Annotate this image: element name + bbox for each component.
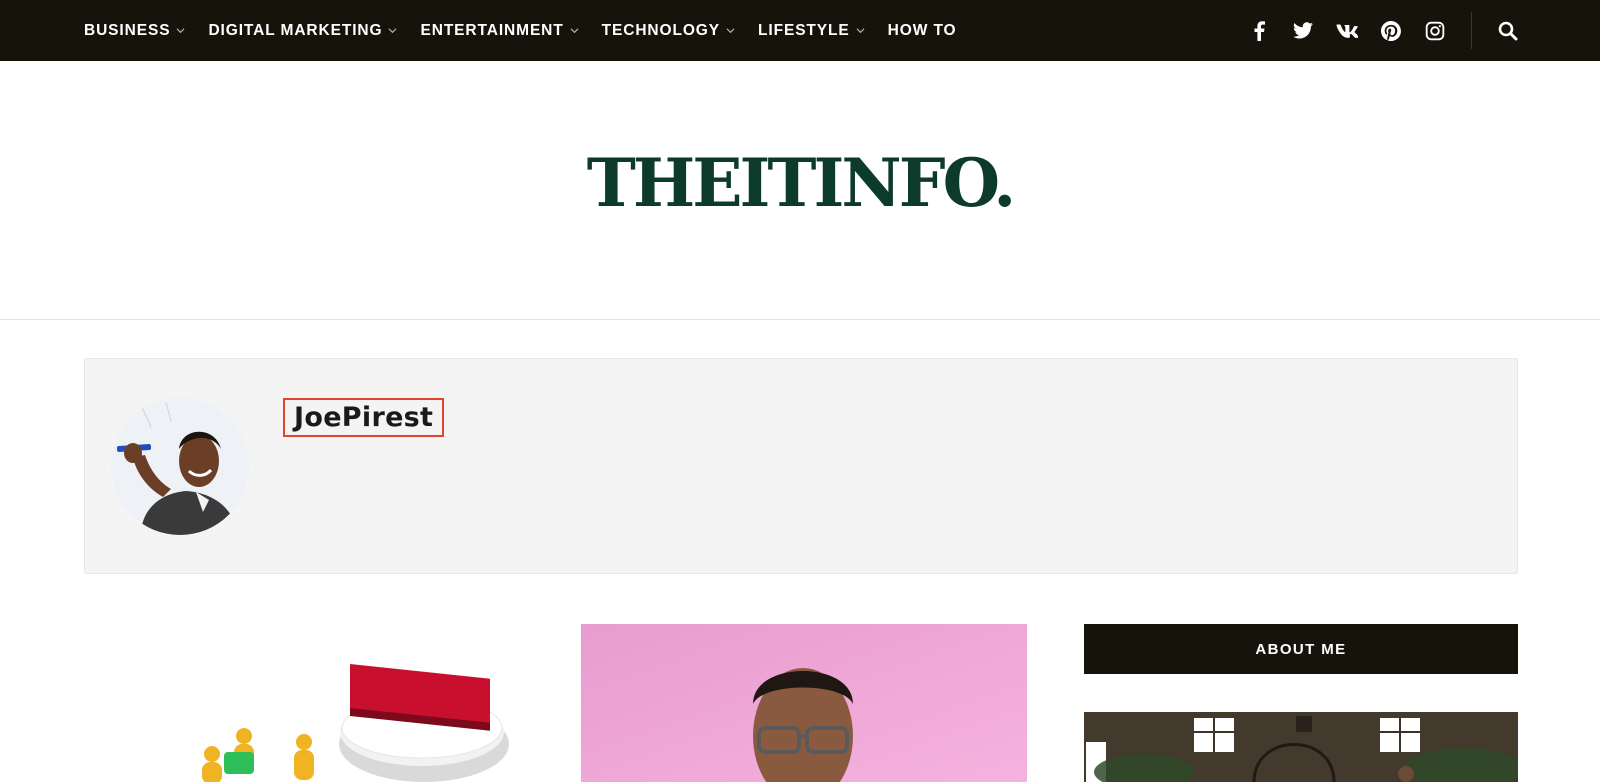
nav-item-label: LIFESTYLE <box>758 21 850 39</box>
nav-item-business[interactable]: BUSINESS <box>84 22 185 40</box>
facebook-icon[interactable] <box>1248 20 1270 42</box>
author-name[interactable]: JoePirest <box>283 398 445 437</box>
social-links <box>1248 0 1468 61</box>
vk-icon[interactable] <box>1336 20 1358 42</box>
main-menu: BUSINESS DIGITAL MARKETING ENTERTAINMENT… <box>84 0 980 61</box>
nav-item-label: ENTERTAINMENT <box>420 21 564 39</box>
site-logo[interactable]: THEITINFO. <box>0 143 1600 223</box>
nav-item-technology[interactable]: TECHNOLOGY <box>602 22 735 40</box>
nav-item-label: BUSINESS <box>84 21 171 39</box>
post-card-image-trust[interactable] <box>84 624 530 782</box>
nav-item-lifestyle[interactable]: LIFESTYLE <box>758 22 865 40</box>
nav-item-label: TECHNOLOGY <box>601 21 721 39</box>
nav-divider <box>1471 12 1472 49</box>
nav-item-entertainment[interactable]: ENTERTAINMENT <box>420 21 579 40</box>
chevron-down-icon <box>176 28 185 34</box>
post-card-image-portrait[interactable] <box>581 624 1027 782</box>
search-icon[interactable] <box>1496 19 1520 43</box>
nav-item-digital-marketing[interactable]: DIGITAL MARKETING <box>208 22 397 40</box>
chevron-down-icon <box>389 28 397 34</box>
chevron-down-icon <box>726 28 735 34</box>
chevron-down-icon <box>570 28 579 34</box>
about-me-image <box>1084 712 1518 782</box>
nav-item-how-to[interactable]: HOW TO <box>888 22 957 40</box>
twitter-icon[interactable] <box>1292 20 1314 42</box>
nav-item-label: DIGITAL MARKETING <box>208 21 383 39</box>
author-box: JoePirest <box>84 358 1518 574</box>
instagram-icon[interactable] <box>1424 20 1446 42</box>
author-avatar <box>111 397 249 535</box>
header-divider <box>0 319 1600 320</box>
chevron-down-icon <box>856 28 865 34</box>
about-me-heading: ABOUT ME <box>1084 624 1518 674</box>
pinterest-icon[interactable] <box>1380 20 1402 42</box>
nav-item-label: HOW TO <box>887 21 957 39</box>
top-navigation-bar: BUSINESS DIGITAL MARKETING ENTERTAINMENT… <box>0 0 1600 61</box>
